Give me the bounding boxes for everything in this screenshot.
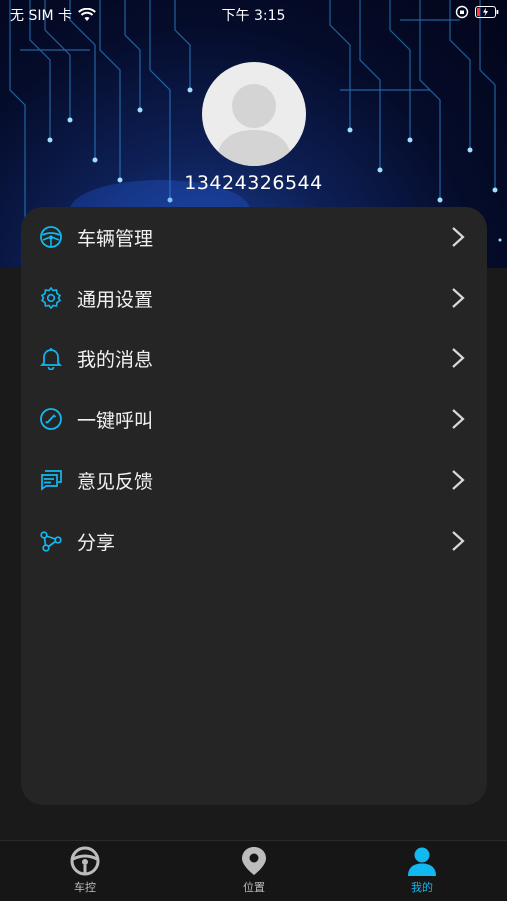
tab-location[interactable]: 位置	[204, 845, 304, 899]
orientation-lock-icon	[455, 5, 469, 19]
tab-vehicle-control[interactable]: 车控	[35, 845, 135, 899]
menu-item-share[interactable]: 分享	[21, 512, 487, 570]
menu-item-label: 分享	[77, 531, 116, 554]
menu-item-label: 意见反馈	[77, 470, 154, 493]
menu-item-one-key-call[interactable]: 一键呼叫	[21, 390, 487, 448]
bottom-tab-bar: 车控 位置 我的	[0, 840, 507, 901]
menu-item-label: 我的消息	[77, 348, 154, 371]
tab-label: 我的	[411, 881, 433, 894]
steering-wheel-icon	[40, 226, 62, 248]
tab-label: 位置	[243, 881, 265, 894]
chevron-right-icon	[452, 470, 465, 490]
menu-item-my-messages[interactable]: 我的消息	[21, 329, 487, 387]
menu-card: 车辆管理 通用设置 我的消息 一键呼叫 意见反馈 分享	[21, 207, 487, 805]
tab-mine[interactable]: 我的	[372, 845, 472, 899]
gear-icon	[40, 286, 62, 310]
feedback-icon	[41, 470, 62, 491]
bell-icon	[39, 348, 63, 370]
person-icon	[408, 847, 436, 876]
chevron-right-icon	[452, 288, 465, 308]
chevron-right-icon	[452, 409, 465, 429]
user-phone-number: 13424326544	[184, 172, 323, 194]
battery-icon	[475, 6, 499, 18]
menu-item-feedback[interactable]: 意见反馈	[21, 451, 487, 509]
default-avatar-icon	[216, 84, 292, 166]
menu-item-label: 车辆管理	[77, 227, 154, 250]
status-bar: 无 SIM 卡 下午 3:15	[0, 0, 507, 28]
menu-item-general-settings[interactable]: 通用设置	[21, 269, 487, 327]
chevron-right-icon	[452, 227, 465, 247]
chevron-right-icon	[452, 348, 465, 368]
tab-label: 车控	[74, 881, 96, 894]
steering-wheel-icon	[70, 846, 100, 876]
menu-item-label: 通用设置	[77, 288, 154, 311]
share-icon	[40, 531, 62, 552]
chevron-right-icon	[452, 531, 465, 551]
location-pin-icon	[242, 847, 266, 875]
avatar[interactable]	[202, 62, 306, 166]
status-time: 下午 3:15	[221, 8, 286, 24]
menu-item-vehicle-management[interactable]: 车辆管理	[21, 208, 487, 266]
status-right	[455, 5, 499, 19]
phone-call-icon	[40, 408, 62, 430]
menu-item-label: 一键呼叫	[77, 409, 154, 432]
